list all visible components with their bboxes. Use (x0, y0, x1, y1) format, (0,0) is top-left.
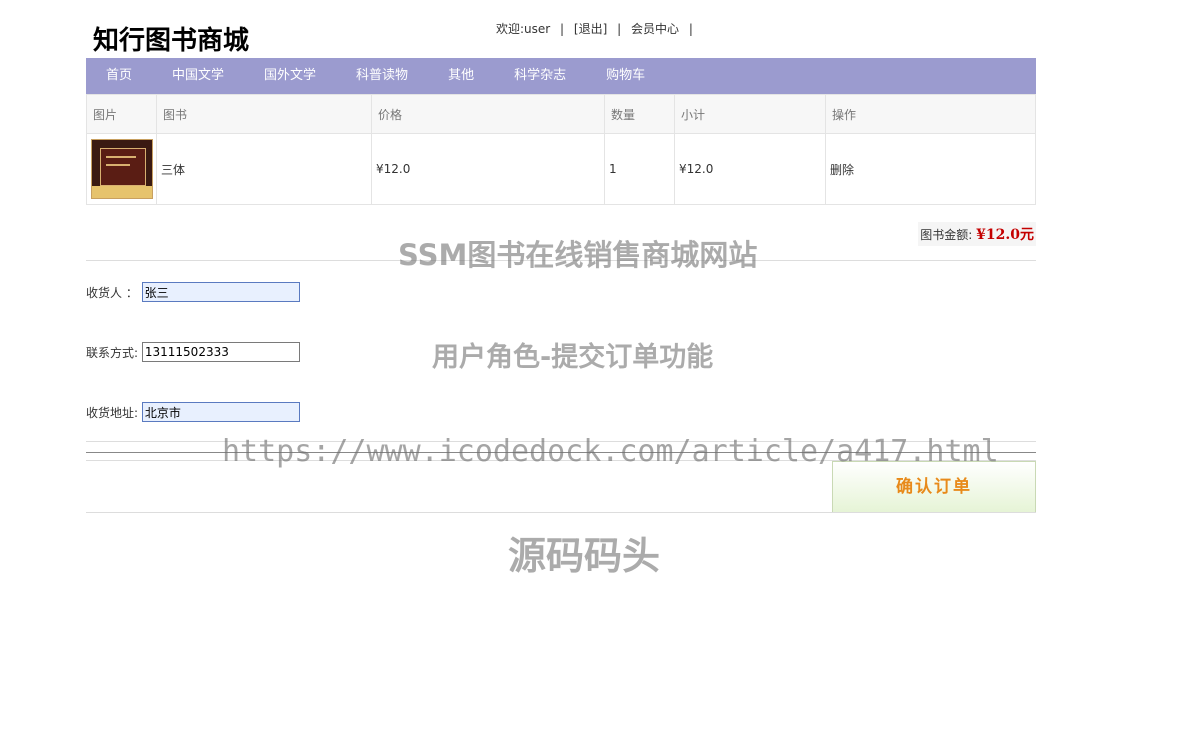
cell-book: 三体 (156, 133, 372, 205)
nav-item-home[interactable]: 首页 (106, 58, 132, 94)
separator: | (688, 22, 693, 36)
table-header-row: 图片 图书 价格 数量 小计 操作 (86, 94, 1036, 134)
book-cover-thumbnail[interactable] (91, 139, 153, 199)
watermark-brand: 源码码头 (508, 534, 661, 578)
phone-label: 联系方式: (86, 345, 139, 360)
cover-band (92, 186, 152, 198)
site-logo[interactable]: 知行图书商城 (93, 20, 249, 57)
divider (86, 512, 1036, 513)
table-row: 三体 ¥12.0 1 ¥12.0 删除 (86, 133, 1036, 205)
cover-line (106, 164, 130, 166)
header-book: 图书 (156, 94, 372, 134)
delete-link[interactable]: 删除 (825, 133, 1036, 205)
logout-link[interactable]: [退出] (574, 20, 607, 37)
cover-line (106, 156, 136, 158)
main-nav: 首页 中国文学 国外文学 科普读物 其他 科学杂志 购物车 (86, 58, 1036, 94)
member-center-link[interactable]: 会员中心 (631, 20, 679, 37)
separator: | (617, 22, 622, 36)
cover-panel (100, 148, 146, 186)
address-label: 收货地址: (86, 405, 139, 420)
header-image: 图片 (86, 94, 157, 134)
nav-item-foreign-literature[interactable]: 国外文学 (264, 58, 316, 94)
cell-qty: 1 (604, 133, 675, 205)
cell-price: ¥12.0 (371, 133, 605, 205)
header-qty: 数量 (604, 94, 675, 134)
separator: | (560, 22, 565, 36)
top-user-bar: 欢迎:user | [退出] | 会员中心 | (496, 20, 699, 37)
welcome-text: 欢迎:user (496, 22, 551, 36)
watermark-title: SSM图书在线销售商城网站 (398, 238, 758, 272)
nav-item-other[interactable]: 其他 (448, 58, 474, 94)
cell-image (86, 133, 157, 205)
cell-subtotal: ¥12.0 (674, 133, 826, 205)
watermark-url: https://www.icodedock.com/article/a417.h… (222, 434, 999, 469)
address-row: 收货地址: (86, 402, 300, 422)
nav-item-science-magazine[interactable]: 科学杂志 (514, 58, 566, 94)
cart-table: 图片 图书 价格 数量 小计 操作 三体 ¥12.0 1 ¥12.0 删除 (86, 94, 1036, 205)
address-input[interactable] (141, 402, 300, 422)
nav-item-popular-science[interactable]: 科普读物 (356, 58, 408, 94)
phone-input[interactable] (141, 342, 300, 362)
header-action: 操作 (825, 94, 1036, 134)
receiver-label: 收货人 ： (86, 285, 138, 300)
phone-row: 联系方式: (86, 342, 300, 362)
total-label: 图书金额: (920, 228, 973, 242)
total-value: ¥12.0元 (976, 227, 1034, 243)
order-total: 图书金额: ¥12.0元 (918, 222, 1036, 246)
watermark-subtitle: 用户角色-提交订单功能 (432, 342, 714, 373)
header-price: 价格 (371, 94, 605, 134)
receiver-row: 收货人 ： (86, 282, 300, 302)
receiver-input[interactable] (141, 282, 300, 302)
header-subtotal: 小计 (674, 94, 826, 134)
nav-item-chinese-literature[interactable]: 中国文学 (172, 58, 224, 94)
nav-item-cart[interactable]: 购物车 (606, 58, 645, 94)
